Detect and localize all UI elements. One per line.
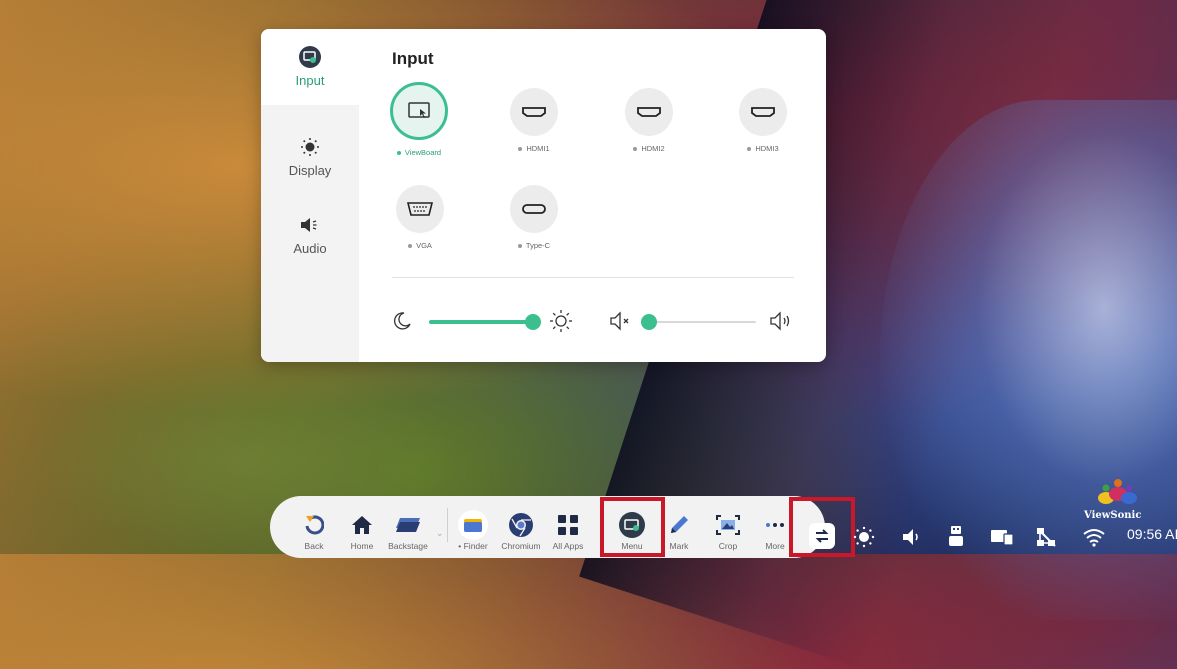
vga-port-icon	[406, 202, 434, 216]
brightness-icon	[853, 526, 875, 548]
source-hdmi3[interactable]: HDMI3	[723, 88, 803, 153]
home-icon	[352, 516, 372, 534]
page-title: Input	[392, 49, 434, 68]
taskbar-home[interactable]: Home	[339, 496, 385, 551]
viewboard-icon	[408, 102, 430, 118]
taskbar-chromium[interactable]: Chromium	[498, 496, 544, 551]
hdmi-port-icon	[751, 107, 775, 117]
usb-tray-button[interactable]	[948, 525, 964, 547]
pen-icon	[671, 516, 688, 533]
backstage-icon	[396, 518, 420, 532]
folder-icon	[458, 510, 488, 540]
brightness-tray-button[interactable]	[853, 526, 875, 548]
hdmi-port-icon	[522, 107, 546, 117]
back-icon	[305, 515, 324, 535]
source-label: ViewBoard	[396, 148, 441, 157]
input-switch-icon	[809, 523, 835, 549]
settings-panel: Input Display Audio Input ViewBoard HDMI…	[261, 29, 826, 362]
screen-share-icon	[991, 530, 1014, 546]
sidebar-item-label: Audio	[293, 241, 327, 256]
source-vga[interactable]: VGA	[380, 185, 460, 250]
brightness-slider[interactable]	[429, 314, 541, 330]
divider	[392, 277, 794, 278]
hdmi-port-icon	[637, 107, 661, 117]
source-label: HDMI3	[747, 144, 779, 153]
moon-icon	[393, 312, 411, 330]
settings-sidebar: Input Display Audio	[261, 29, 359, 362]
network-tray-button[interactable]	[1035, 526, 1057, 548]
usb-icon	[949, 526, 963, 546]
volume-tray-button[interactable]	[902, 528, 922, 546]
speaker-icon	[301, 218, 317, 232]
brightness-icon	[301, 138, 319, 156]
volume-slider[interactable]	[641, 314, 756, 330]
sidebar-item-audio[interactable]: Audio	[261, 197, 359, 273]
wifi-tray-button[interactable]	[1082, 527, 1106, 547]
volume-slider-knob[interactable]	[641, 314, 657, 330]
brightness-slider-fill	[429, 320, 533, 324]
apps-grid-icon	[558, 515, 578, 535]
source-viewboard[interactable]: ViewBoard	[379, 82, 459, 157]
wallpaper-shape	[880, 100, 1177, 620]
taskbar-back[interactable]: Back	[291, 496, 337, 551]
usb-c-port-icon	[522, 204, 546, 214]
sidebar-item-label: Display	[288, 163, 332, 178]
brand-logo-text: ViewSonic	[1084, 510, 1142, 521]
sun-icon	[550, 310, 572, 332]
sidebar-item-display[interactable]: Display	[261, 119, 359, 195]
sidebar-item-input[interactable]: Input	[261, 29, 359, 105]
source-label: Type-C	[517, 241, 550, 250]
more-icon	[766, 523, 784, 527]
crop-icon	[716, 515, 740, 535]
taskbar-backstage[interactable]: Backstage	[385, 496, 431, 551]
viewsonic-birds-logo	[1098, 479, 1137, 504]
speaker-icon	[903, 529, 918, 545]
mute-icon	[610, 311, 629, 331]
sidebar-item-label: Input	[295, 73, 325, 88]
menu-highlight-box	[600, 497, 665, 557]
screen-share-tray-button[interactable]	[990, 528, 1014, 546]
source-hdmi2[interactable]: HDMI2	[609, 88, 689, 153]
clock: 09:56 AI	[1127, 526, 1177, 542]
source-hdmi1[interactable]: HDMI1	[494, 88, 574, 153]
taskbar-crop[interactable]: Crop	[705, 496, 751, 551]
volume-up-icon	[770, 311, 790, 331]
settings-content: Input ViewBoard HDMI1 HDMI2 HDMI3 VGA Ty…	[359, 29, 826, 362]
source-type-c[interactable]: Type-C	[494, 185, 574, 250]
chevron-down-icon[interactable]: ⌄	[436, 528, 444, 539]
source-label: HDMI1	[518, 144, 550, 153]
taskbar-all-apps[interactable]: All Apps	[545, 496, 591, 551]
wifi-icon	[1083, 529, 1105, 547]
taskbar-divider	[447, 508, 448, 542]
input-source-tray-button[interactable]	[808, 522, 836, 550]
taskbar-finder[interactable]: • Finder	[450, 496, 496, 551]
chromium-icon	[509, 513, 533, 537]
input-source-icon	[299, 46, 321, 68]
network-disconnected-icon	[1037, 528, 1056, 547]
source-label: VGA	[408, 241, 432, 250]
brightness-slider-knob[interactable]	[525, 314, 541, 330]
source-label: HDMI2	[633, 144, 665, 153]
